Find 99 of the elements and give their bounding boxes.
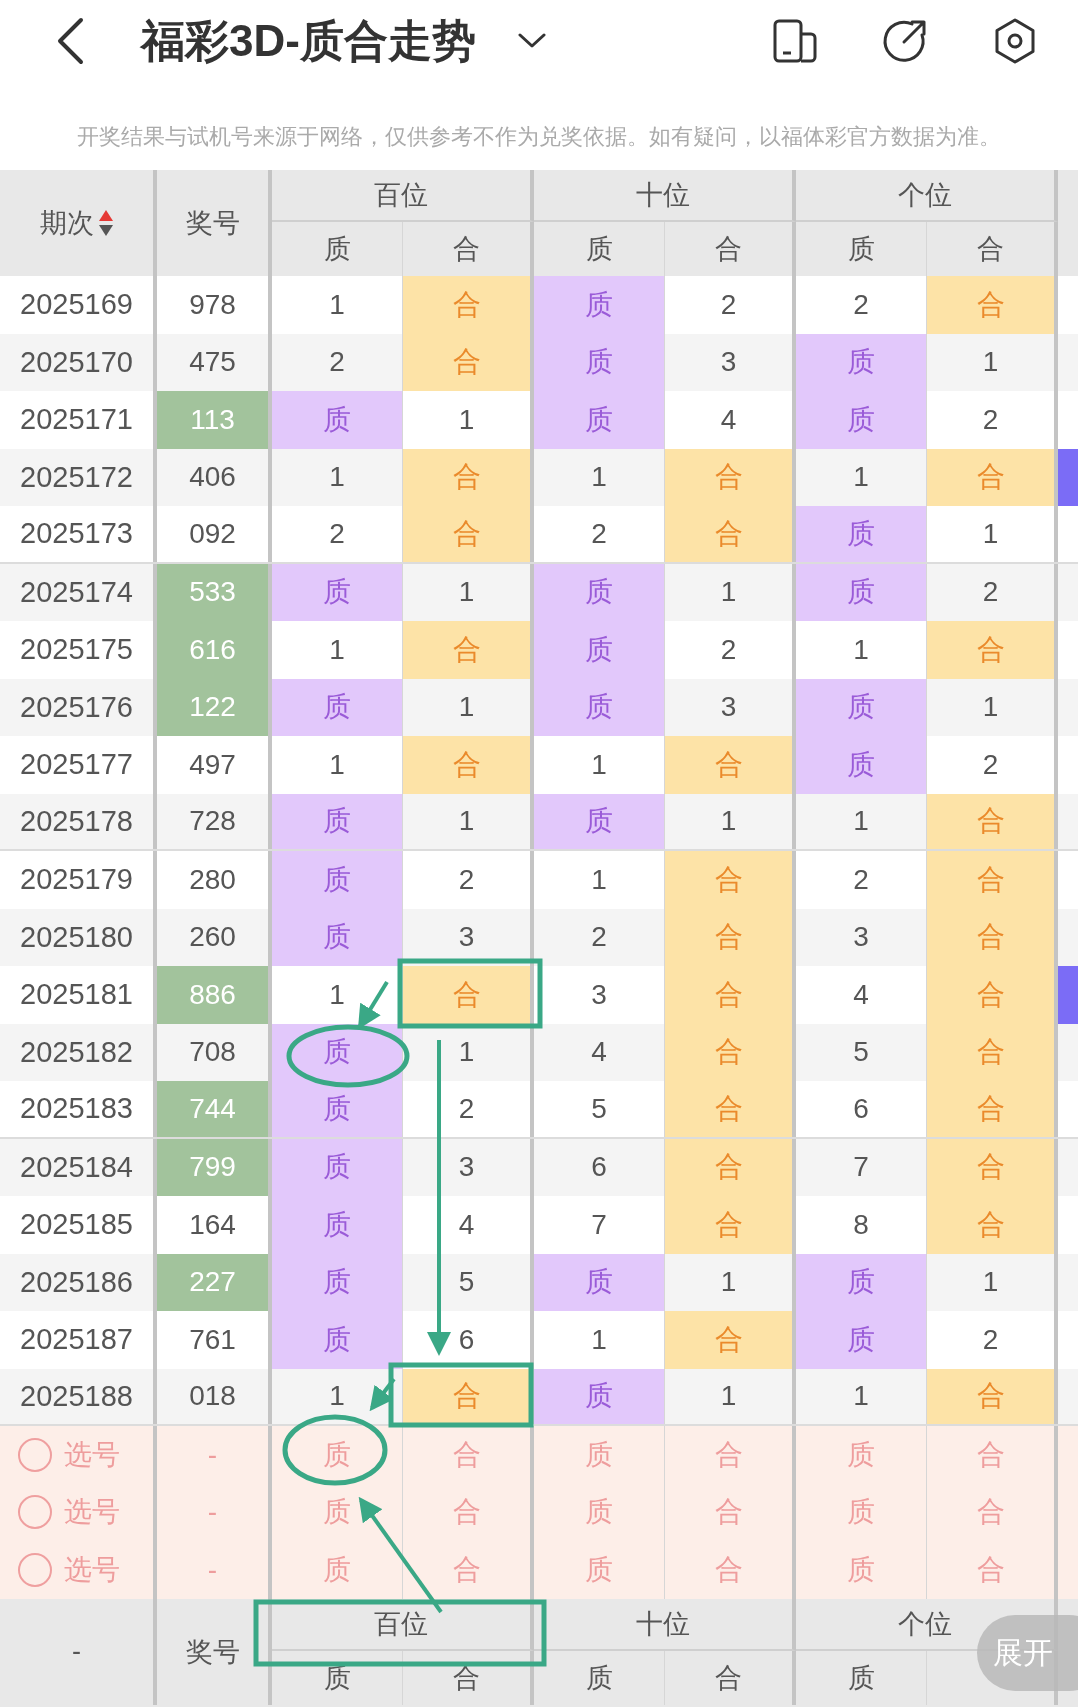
pick-option[interactable]: 质: [796, 1426, 927, 1484]
trend-cell: 合: [927, 1023, 1058, 1081]
trend-cell: 质: [272, 1253, 403, 1311]
trend-cell: 质: [272, 1311, 403, 1369]
trend-cell: 合: [927, 793, 1058, 849]
share-icon[interactable]: [882, 18, 928, 64]
trend-cell: 质: [796, 678, 927, 736]
trend-cell: 合: [403, 333, 534, 391]
pick-option[interactable]: 质: [796, 1541, 927, 1599]
trend-cell: 合: [927, 1368, 1058, 1424]
trend-cell: 合: [927, 851, 1058, 909]
trend-cell: 合: [403, 966, 534, 1024]
trend-cell: 合: [927, 966, 1058, 1024]
trend-cell: 合: [927, 276, 1058, 334]
trend-cell: 质: [796, 506, 927, 562]
pick-option[interactable]: 质: [534, 1426, 665, 1484]
trend-cell: 合: [665, 506, 796, 562]
radio-button[interactable]: [18, 1495, 52, 1530]
trend-cell: 质: [796, 333, 927, 391]
trend-cell: 合: [665, 448, 796, 506]
trend-cell: 合: [665, 908, 796, 966]
trend-cell: 合: [665, 966, 796, 1024]
number-cell: 113: [157, 391, 272, 449]
trend-cell: 质: [534, 1253, 665, 1311]
trend-cell: 质: [272, 1196, 403, 1254]
group-header: 十位: [534, 170, 796, 222]
trend-cell: 质: [272, 908, 403, 966]
trend-cell: 质: [534, 678, 665, 736]
trend-cell: 质: [534, 333, 665, 391]
trend-cell: 质: [796, 391, 927, 449]
radio-button[interactable]: [18, 1552, 52, 1587]
trend-cell: 合: [403, 506, 534, 562]
trend-cell: 质: [272, 793, 403, 849]
pick-label[interactable]: 选号: [64, 1550, 120, 1589]
trend-cell: 合: [927, 908, 1058, 966]
page-title: 福彩3D-质合走势: [141, 14, 476, 67]
arrow: [369, 1377, 396, 1412]
trend-cell: 合: [927, 1196, 1058, 1254]
trend-cell: 合: [665, 1023, 796, 1081]
trend-cell: 合: [927, 621, 1058, 679]
trend-cell: 合: [665, 1081, 796, 1137]
trend-cell: 合: [403, 736, 534, 794]
sub-header: 合: [403, 1650, 534, 1705]
number-cell: 744: [157, 1081, 272, 1137]
column-header-label: 期次: [39, 207, 94, 240]
trend-cell: 合: [665, 1311, 796, 1369]
group-header: 十位: [534, 1598, 796, 1651]
trend-cell: 质: [272, 563, 403, 621]
trend-cell: 合: [665, 1196, 796, 1254]
chevron-down-icon[interactable]: [517, 33, 546, 49]
disclaimer-text: 开奖结果与试机号来源于网络，仅供参考不作为兑奖依据。如有疑问，以福体彩官方数据为准。: [76, 123, 1002, 151]
trend-cell: 质: [272, 851, 403, 909]
number-cell: 122: [157, 678, 272, 736]
trend-cell: 质: [534, 563, 665, 621]
trend-cell: 质: [272, 1081, 403, 1137]
footer-header: -: [0, 1598, 157, 1705]
trend-cell: 质: [272, 391, 403, 449]
sub-header: 合: [665, 1650, 796, 1705]
trend-cell: 合: [403, 276, 534, 334]
trend-cell: 合: [403, 621, 534, 679]
trend-cell: 质: [796, 1253, 927, 1311]
pick-label[interactable]: 选号: [64, 1435, 120, 1474]
number-cell: 616: [157, 621, 272, 679]
number-cell: 886: [157, 966, 272, 1024]
trend-cell: 质: [534, 1368, 665, 1424]
trend-cell: 合: [665, 736, 796, 794]
pick-option[interactable]: 质: [272, 1426, 403, 1484]
trend-cell: 质: [534, 276, 665, 334]
sub-header: 质: [796, 1650, 927, 1705]
trend-cell: 质: [534, 391, 665, 449]
device-icon[interactable]: [772, 18, 818, 64]
trend-cell: 合: [927, 1081, 1058, 1137]
group-header: 个位: [796, 170, 1058, 222]
trend-cell: 质: [796, 736, 927, 794]
trend-cell: 质: [796, 1311, 927, 1369]
trend-cell: 合: [665, 1138, 796, 1196]
pick-option[interactable]: 质: [534, 1541, 665, 1599]
trend-cell: 合: [927, 448, 1058, 506]
sort-icon[interactable]: [97, 209, 114, 237]
trend-cell: 质: [534, 793, 665, 849]
sub-header: 质: [272, 1650, 403, 1705]
pick-option[interactable]: 质: [272, 1541, 403, 1599]
radio-button[interactable]: [18, 1437, 52, 1472]
trend-cell: 质: [534, 621, 665, 679]
footer-header: 奖号: [157, 1598, 272, 1705]
number-cell: 227: [157, 1253, 272, 1311]
trend-cell: 合: [665, 851, 796, 909]
number-cell: 533: [157, 563, 272, 621]
back-icon[interactable]: [55, 17, 85, 65]
trend-cell: 合: [403, 448, 534, 506]
sub-header: 质: [534, 1650, 665, 1705]
trend-cell: 质: [796, 563, 927, 621]
number-cell: 799: [157, 1138, 272, 1196]
trend-cell: 质: [272, 1138, 403, 1196]
expand-button[interactable]: 展开: [977, 1615, 1078, 1691]
pick-label[interactable]: 选号: [64, 1493, 120, 1532]
trend-cell: 质: [272, 678, 403, 736]
group-header: 百位: [272, 170, 534, 222]
trend-cell: 合: [927, 1138, 1058, 1196]
